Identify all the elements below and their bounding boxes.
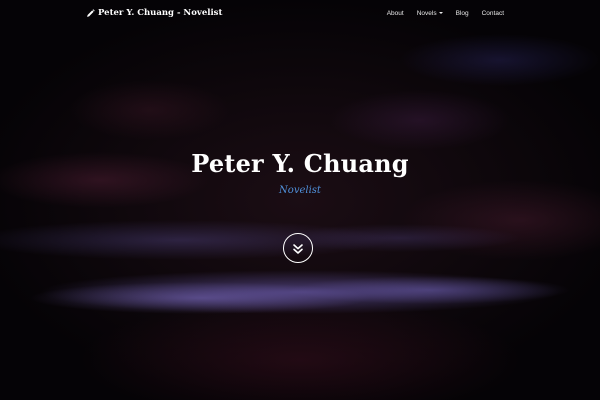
nav-link-novels[interactable]: Novels: [417, 10, 443, 17]
page-subtitle: Novelist: [279, 185, 321, 196]
nav-links: About Novels Blog Contact: [387, 7, 504, 19]
navbar: Peter Y. Chuang - Novelist About Novels …: [0, 0, 600, 26]
nav-link-novels-label: Novels: [416, 9, 437, 17]
nav-link-contact[interactable]: Contact: [482, 10, 504, 17]
hero-section: Peter Y. Chuang - Novelist About Novels …: [0, 0, 600, 400]
nav-link-about[interactable]: About: [387, 10, 404, 17]
scroll-down-button[interactable]: [283, 233, 313, 263]
chevron-double-down-icon: [292, 242, 304, 254]
brand-label: Peter Y. Chuang - Novelist: [98, 8, 223, 18]
page-title: Peter Y. Chuang: [191, 149, 409, 178]
brand-link[interactable]: Peter Y. Chuang - Novelist: [86, 7, 222, 19]
caret-down-icon: [438, 12, 443, 14]
pencil-icon: [86, 8, 95, 18]
nav-link-blog[interactable]: Blog: [456, 10, 469, 17]
